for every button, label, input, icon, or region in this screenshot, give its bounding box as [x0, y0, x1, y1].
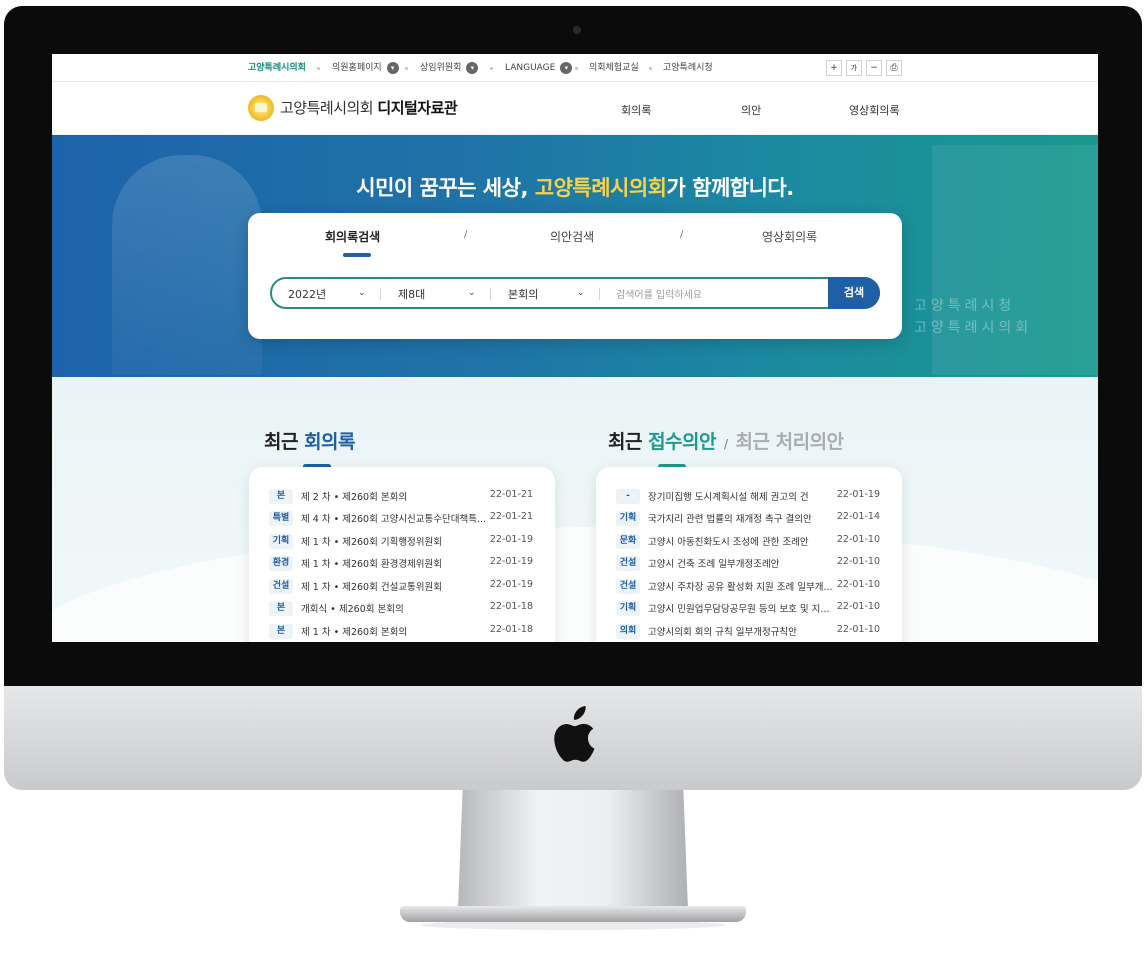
logo-suffix: 디지털자료관 — [377, 99, 458, 117]
util-separator — [490, 67, 493, 70]
field-divider — [490, 288, 491, 300]
tab-received-bills[interactable]: 최근 접수의안 — [608, 431, 716, 453]
chevron-down-icon: ▾ — [386, 62, 399, 74]
list-item[interactable]: 특별 제 4 차 • 제260회 고양시신교통수단대책특... 22-01-21 — [269, 509, 537, 527]
tab-bill-search[interactable]: 의안검색 — [550, 228, 594, 245]
utility-bar: 고양특례시의회 의원홈페이지 ▾ 상임위원회 ▾ LANGUAGE ▾ 의회체험교실 … — [52, 54, 1098, 82]
util-link-committees[interactable]: 상임위원회 ▾ — [420, 54, 479, 82]
list-item[interactable]: 환경 제 1 차 • 제260회 환경경제위원회 22-01-19 — [269, 554, 537, 572]
util-separator — [405, 67, 408, 70]
zoom-out-button[interactable]: − — [866, 60, 882, 76]
chevron-down-icon: ⌄ — [358, 288, 366, 298]
list-item[interactable]: 본제 2 차 • 제260회 본회의 22-01-21 — [269, 487, 537, 505]
list-item[interactable]: 건설 제 1 차 • 제260회 건설교통위원회 22-01-19 — [269, 577, 537, 595]
hero-title-highlight: 고양특례시의회 — [534, 176, 667, 200]
minutes-card: 본제 2 차 • 제260회 본회의 22-01-21 특별 제 4 차 • 제26… — [249, 467, 555, 642]
camera — [573, 26, 581, 34]
util-link-city-hall[interactable]: 고양특례시청 — [663, 54, 713, 82]
tab-minutes-search[interactable]: 회의록검색 — [325, 228, 380, 245]
apple-logo-icon — [554, 706, 595, 762]
list-item[interactable]: - 장기미집행 도시계획시설 해제 권고의 건 22-01-19 — [616, 487, 884, 505]
recent-section: 최근 회의록 최근 접수의안 / 최근 처리의안 본제 2 차 • 제260회 본회… — [52, 377, 1098, 642]
year-select[interactable]: 2022년 — [288, 286, 326, 302]
council-emblem-icon[interactable] — [248, 95, 274, 121]
hero-title: 시민이 꿈꾸는 세상, 고양특례시의회가 함께합니다. — [52, 172, 1098, 202]
tab-separator: / — [464, 229, 468, 240]
active-tab-indicator — [343, 253, 371, 257]
hero-sign: 고양특례시청 고양특례시의회 — [914, 295, 1032, 339]
util-link-council[interactable]: 고양특례시의회 — [248, 54, 306, 82]
search-button[interactable]: 검색 — [828, 277, 880, 309]
chevron-down-icon: ⌄ — [468, 288, 476, 298]
search-input[interactable]: 검색어를 입력하세요 — [616, 286, 702, 301]
hero-banner: 고양특례시청 고양특례시의회 시민이 꿈꾸는 세상, 고양특례시의회가 함께합니… — [52, 135, 1098, 377]
zoom-in-button[interactable]: + — [826, 60, 842, 76]
site-header: 고양특례시의회 디지털자료관 회의록 의안 영상회의록 — [52, 82, 1098, 135]
list-item[interactable]: 본 개회식 • 제260회 본회의 22-01-18 — [269, 599, 537, 617]
font-size-label: 가 — [846, 60, 862, 76]
util-separator — [649, 67, 652, 70]
session-select[interactable]: 본회의 — [508, 286, 538, 302]
list-item[interactable]: 기획 국가지리 관련 법률의 재개정 촉구 결의안 22-01-14 — [616, 509, 884, 527]
nav-bills[interactable]: 의안 — [741, 102, 761, 118]
nav-minutes[interactable]: 회의록 — [621, 102, 651, 118]
list-item[interactable]: 기획 제 1 차 • 제260회 기획행정위원회 22-01-19 — [269, 532, 537, 550]
list-item[interactable]: 문화 고양시 아동친화도시 조성에 관한 조례안 22-01-10 — [616, 532, 884, 550]
recent-minutes-title: 최근 회의록 — [264, 431, 356, 453]
monitor-stand-neck — [458, 790, 688, 910]
site-logo[interactable]: 고양특례시의회 디지털자료관 — [280, 97, 458, 118]
sign-line: 고양특례시청 — [914, 298, 1016, 314]
background-swoosh — [52, 527, 1098, 642]
list-item[interactable]: 본제 1 차 • 제260회 본회의 22-01-18 — [269, 622, 537, 640]
list-item[interactable]: 건설 고양시 주차장 공유 활성화 지원 조례 일부개... 22-01-10 — [616, 577, 884, 595]
list-item[interactable]: 의회 고양시의회 회의 규칙 일부개정규칙안 22-01-10 — [616, 622, 884, 640]
list-item[interactable]: 건설 고양시 건축 조례 일부개정조례안 22-01-10 — [616, 554, 884, 572]
search-box: 회의록검색 / 의안검색 / 영상회의록 2022년 ⌄ 제8대 ⌄ 본회의 ⌄… — [248, 213, 902, 339]
field-divider — [380, 288, 381, 300]
hero-title-post: 가 함께합니다. — [666, 176, 795, 200]
recent-bills-title: 최근 접수의안 / 최근 처리의안 — [608, 431, 845, 453]
tab-video-search[interactable]: 영상회의록 — [762, 228, 817, 245]
util-link-member-homepage[interactable]: 의원홈페이지 ▾ — [332, 54, 399, 82]
tab-processed-bills[interactable]: 최근 처리의안 — [736, 431, 845, 453]
chevron-down-icon: ▾ — [466, 62, 479, 74]
logo-prefix: 고양특례시의회 — [280, 99, 374, 117]
nav-video-minutes[interactable]: 영상회의록 — [849, 102, 900, 118]
list-item[interactable]: 기획 고양시 민원업무담당공무원 등의 보호 및 지... 22-01-10 — [616, 599, 884, 617]
sign-line: 고양특례시의회 — [914, 320, 1033, 336]
chevron-down-icon: ▾ — [560, 62, 573, 74]
monitor-stand-base — [400, 906, 746, 922]
chevron-down-icon: ⌄ — [577, 288, 585, 298]
bills-card: - 장기미집행 도시계획시설 해제 권고의 건 22-01-19 기획 국가지리 관련… — [596, 467, 902, 642]
util-separator — [575, 67, 578, 70]
tab-separator: / — [680, 229, 684, 240]
term-select[interactable]: 제8대 — [398, 286, 425, 302]
print-icon[interactable]: ⎙ — [886, 60, 902, 76]
util-link-language[interactable]: LANGUAGE ▾ — [505, 54, 573, 82]
search-field: 2022년 ⌄ 제8대 ⌄ 본회의 ⌄ 검색어를 입력하세요 검색 — [270, 277, 880, 309]
field-divider — [599, 288, 600, 300]
hero-title-pre: 시민이 꿈꾸는 세상, — [356, 176, 535, 200]
util-link-experience[interactable]: 의회체험교실 — [589, 54, 639, 82]
screen: 고양특례시의회 의원홈페이지 ▾ 상임위원회 ▾ LANGUAGE ▾ 의회체험교실 … — [52, 54, 1098, 642]
util-separator — [317, 67, 320, 70]
